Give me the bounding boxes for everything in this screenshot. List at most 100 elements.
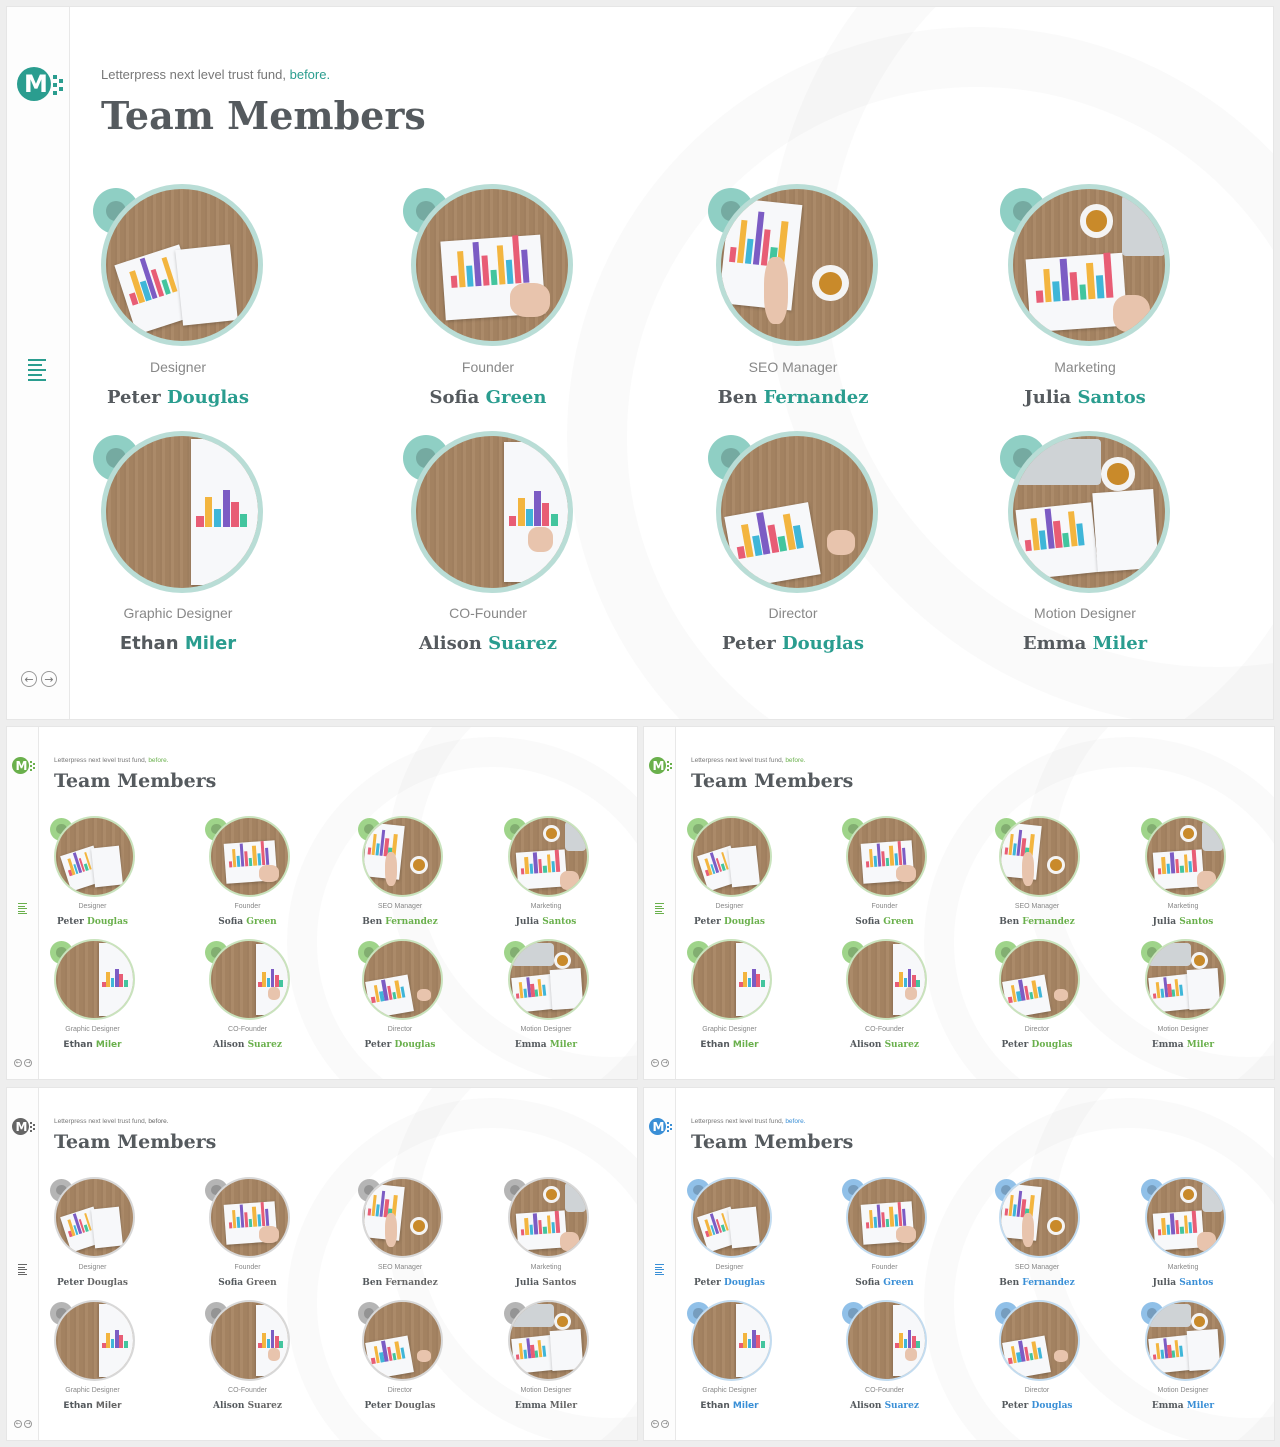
chart-bar — [1175, 1220, 1180, 1235]
chart-bar — [256, 1213, 261, 1227]
member-card[interactable] — [985, 182, 1185, 350]
logo-icon[interactable]: M — [649, 757, 672, 774]
member-card[interactable] — [987, 1176, 1087, 1260]
member-card[interactable] — [43, 938, 143, 1022]
arrow-right-icon[interactable]: → — [24, 1420, 32, 1428]
arrow-left-icon[interactable]: ← — [21, 671, 37, 687]
chart-bar — [534, 989, 539, 998]
member-name: Alison Suarez — [188, 1401, 308, 1411]
slide-3[interactable]: M ← → Letterpress next level trust fund, be… — [643, 726, 1275, 1080]
arrow-right-icon[interactable]: → — [661, 1420, 669, 1428]
member-role: Founder — [871, 1264, 898, 1271]
subtitle-link[interactable]: before. — [785, 757, 805, 764]
logo-icon[interactable]: M — [17, 67, 63, 101]
slide-4[interactable]: M ← → Letterpress next level trust fund, be… — [6, 1087, 638, 1441]
coffee-mug — [554, 1312, 572, 1330]
member-card[interactable] — [835, 1299, 935, 1383]
member-card[interactable] — [985, 429, 1185, 597]
menu-lines-icon[interactable] — [28, 359, 46, 384]
member-first-name: Ethan — [700, 1401, 730, 1411]
arrow-left-icon[interactable]: ← — [651, 1059, 659, 1067]
arrow-right-icon[interactable]: → — [41, 671, 57, 687]
member-card[interactable] — [693, 429, 893, 597]
chart-bar — [232, 848, 237, 868]
member-role: SEO Manager — [748, 359, 838, 375]
member-photo-frame — [842, 1299, 927, 1383]
menu-lines-icon[interactable] — [17, 1264, 27, 1277]
member-card[interactable] — [496, 1299, 596, 1383]
member-card[interactable] — [388, 429, 588, 597]
member-role: Graphic Designer — [123, 605, 233, 621]
member-card[interactable] — [198, 815, 298, 899]
arrow-right-icon[interactable]: → — [661, 1059, 669, 1067]
arrow-left-icon[interactable]: ← — [651, 1420, 659, 1428]
subtitle-link[interactable]: before. — [148, 757, 168, 764]
document-photo — [363, 821, 405, 880]
member-card[interactable] — [987, 1299, 1087, 1383]
member-photo — [998, 939, 1080, 1020]
logo-icon[interactable]: M — [12, 757, 35, 774]
member-card[interactable] — [680, 1176, 780, 1260]
member-card[interactable] — [835, 1176, 935, 1260]
member-card[interactable] — [1133, 938, 1233, 1022]
slide-1[interactable]: M ← → Letterpress next level trust fund, be… — [6, 6, 1274, 720]
member-card[interactable] — [835, 938, 935, 1022]
logo-icon[interactable]: M — [649, 1118, 672, 1135]
subtitle-link[interactable]: before. — [148, 1118, 168, 1125]
member-first-name: Ethan — [119, 633, 179, 654]
member-card[interactable] — [350, 815, 450, 899]
member-card[interactable] — [987, 815, 1087, 899]
member-card[interactable] — [43, 1299, 143, 1383]
member-card[interactable] — [78, 182, 278, 350]
slide-5[interactable]: M ← → Letterpress next level trust fund, be… — [643, 1087, 1275, 1441]
menu-lines-icon[interactable] — [654, 903, 664, 916]
arrow-left-icon[interactable]: ← — [14, 1059, 22, 1067]
chart-bar — [756, 1335, 761, 1348]
member-photo-frame — [687, 1176, 772, 1260]
arrow-left-icon[interactable]: ← — [14, 1420, 22, 1428]
subtitle-link[interactable]: before. — [785, 1118, 805, 1125]
member-card[interactable] — [1133, 1299, 1233, 1383]
member-card[interactable] — [388, 182, 588, 350]
member-card[interactable] — [43, 815, 143, 899]
member-card[interactable] — [198, 1299, 298, 1383]
menu-lines-icon[interactable] — [17, 903, 27, 916]
member-last-name: Suarez — [488, 633, 558, 654]
chart-bar — [521, 868, 525, 875]
subtitle-link[interactable]: before. — [290, 67, 330, 82]
member-card[interactable] — [350, 1299, 450, 1383]
member-card[interactable] — [693, 182, 893, 350]
member-card[interactable] — [43, 1176, 143, 1260]
menu-lines-icon[interactable] — [654, 1264, 664, 1277]
chart-bar — [279, 1341, 283, 1348]
member-card[interactable] — [198, 1176, 298, 1260]
member-card[interactable] — [1133, 1176, 1233, 1260]
member-card[interactable] — [987, 938, 1087, 1022]
member-last-name: Suarez — [247, 1040, 283, 1050]
member-role: Graphic Designer — [65, 1387, 120, 1394]
member-role: Marketing — [530, 1264, 562, 1271]
logo-icon[interactable]: M — [12, 1118, 35, 1135]
member-role: Motion Designer — [1157, 1026, 1209, 1033]
member-card[interactable] — [680, 938, 780, 1022]
member-card[interactable] — [350, 1176, 450, 1260]
member-card[interactable] — [78, 429, 278, 597]
member-card[interactable] — [198, 938, 298, 1022]
member-last-name: Miler — [95, 1040, 122, 1050]
member-card[interactable] — [1133, 815, 1233, 899]
arrow-right-icon[interactable]: → — [24, 1059, 32, 1067]
member-card[interactable] — [496, 815, 596, 899]
chart-bar — [258, 981, 262, 987]
hand-shape — [1022, 852, 1035, 887]
member-card[interactable] — [680, 1299, 780, 1383]
member-card[interactable] — [496, 1176, 596, 1260]
member-card[interactable] — [350, 938, 450, 1022]
member-card[interactable] — [680, 815, 780, 899]
chart-bar — [1152, 993, 1157, 1000]
member-first-name: Alison — [212, 1040, 245, 1050]
slide-2[interactable]: M ← → Letterpress next level trust fund, be… — [6, 726, 638, 1080]
member-card[interactable] — [835, 815, 935, 899]
subtitle-text: Letterpress next level trust fund, — [691, 1118, 786, 1125]
chart-bar — [889, 1206, 894, 1227]
member-card[interactable] — [496, 938, 596, 1022]
